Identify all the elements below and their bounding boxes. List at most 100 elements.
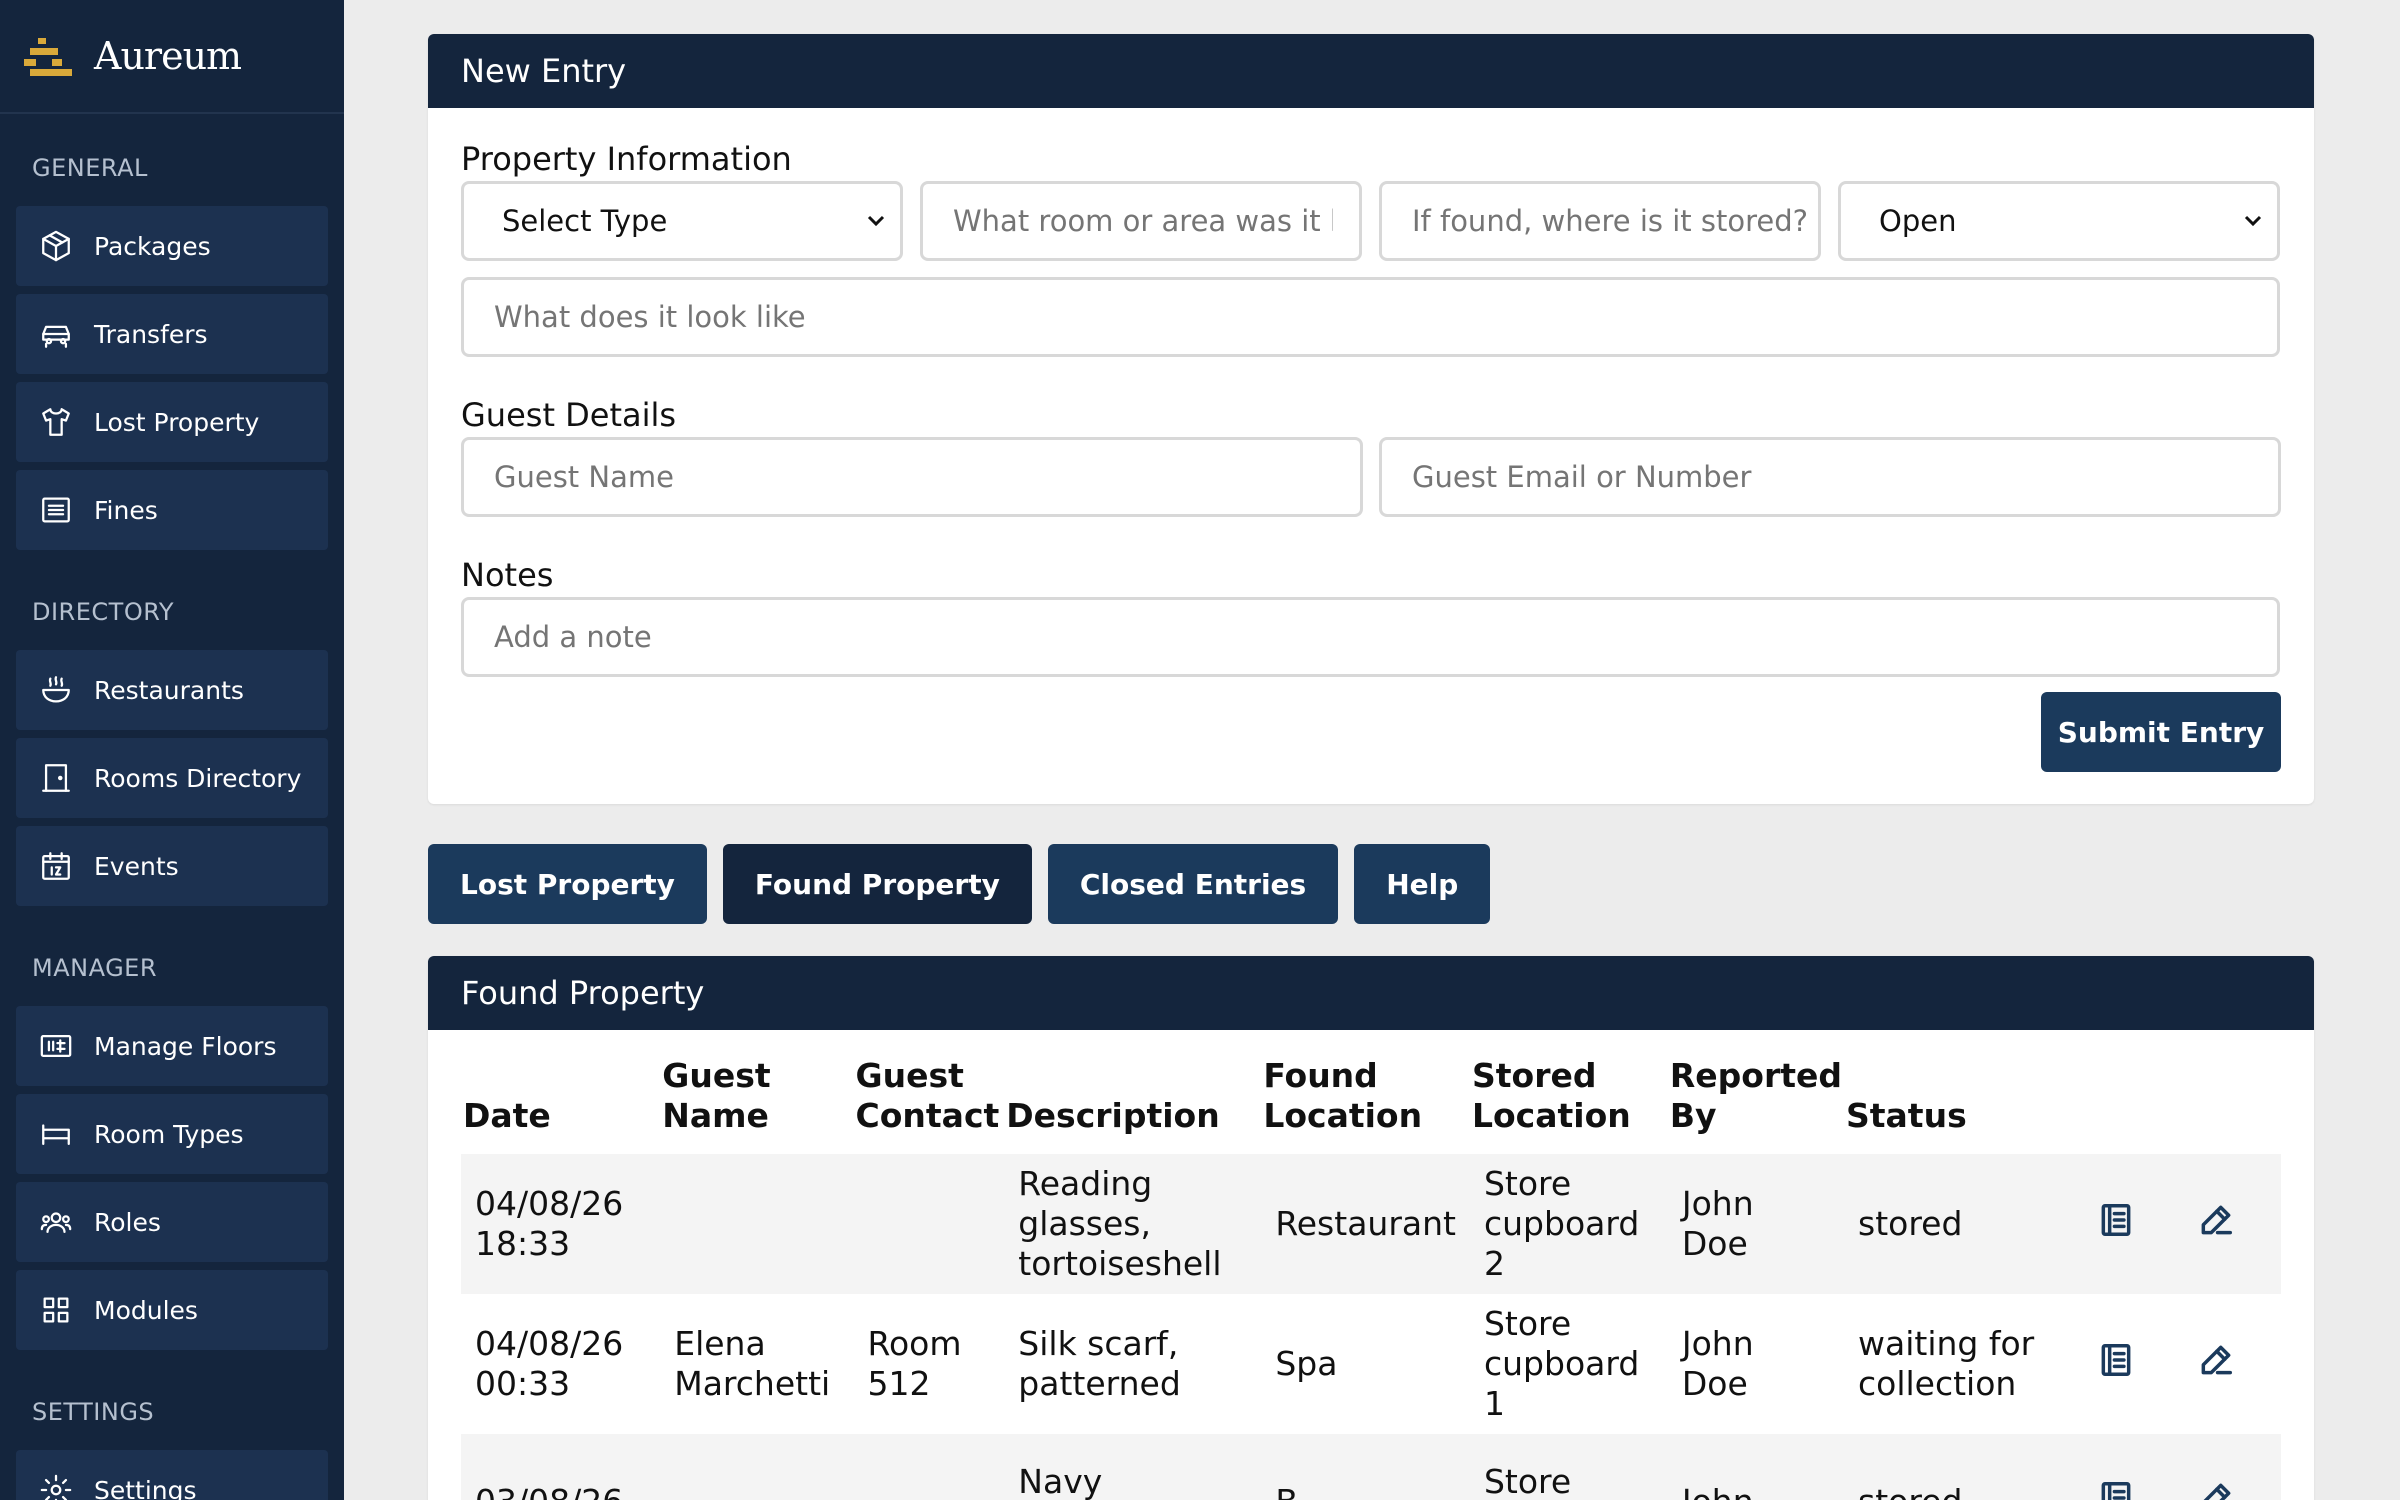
cell-line: Store	[1483, 1164, 1572, 1203]
column-header-line: Stored	[1471, 1056, 1597, 1095]
column-header[interactable]: Description	[1004, 1056, 1261, 1154]
sidebar-item-label: Modules	[94, 1295, 198, 1325]
sidebar-item-modules[interactable]: Modules	[16, 1270, 328, 1350]
edit-pencil-icon[interactable]	[2197, 1205, 2235, 1247]
tab-closed-entries[interactable]: Closed Entries	[1047, 844, 1339, 924]
column-header[interactable]: Status	[1844, 1056, 2083, 1154]
cell-view	[2082, 1434, 2184, 1500]
column-header[interactable]: Reported By	[1668, 1056, 1844, 1154]
sidebar-item-packages[interactable]: Packages	[16, 206, 328, 286]
table-row[interactable]: 04/08/26 18:33 Reading glasses, tortoiseshel…	[461, 1154, 2281, 1294]
cell-line: John	[1681, 1324, 1754, 1363]
tab-help[interactable]: Help	[1354, 844, 1491, 924]
cell-line: tortoiseshell	[1018, 1244, 1222, 1283]
cell-line: stored	[1858, 1482, 2069, 1500]
column-header-line: Name	[662, 1096, 769, 1135]
submit-entry-button[interactable]: Submit Entry	[2041, 692, 2281, 772]
column-header[interactable]: Stored Location	[1470, 1056, 1668, 1154]
tab-found-property[interactable]: Found Property	[722, 844, 1032, 924]
edit-pencil-icon[interactable]	[2197, 1483, 2235, 1500]
guest-name-input[interactable]: Guest Name	[461, 437, 1363, 517]
cell-edit	[2183, 1154, 2281, 1294]
sidebar-section-title: SETTINGS	[32, 1398, 155, 1426]
table-row[interactable]: 03/08/26 Navyumbrella, B Storecupboard John s…	[461, 1434, 2281, 1500]
table-row[interactable]: 04/08/26 00:33 Elena Marchetti Room 512 Silk s…	[461, 1294, 2281, 1434]
cell-line: waiting for	[1858, 1324, 2035, 1363]
sidebar-item-fines[interactable]: Fines	[16, 470, 328, 550]
sidebar-section-title: DIRECTORY	[32, 598, 175, 626]
cell-status: waiting for collection	[1844, 1294, 2083, 1434]
sidebar-item-label: Packages	[94, 231, 211, 261]
sidebar-item-manage-floors[interactable]: Manage Floors	[16, 1006, 328, 1086]
column-header[interactable]: Guest Name	[660, 1056, 853, 1154]
grid-icon	[38, 1292, 74, 1328]
sidebar-item-lost-property[interactable]: Lost Property	[16, 382, 328, 462]
tab-lost-property[interactable]: Lost Property	[428, 844, 707, 924]
column-header-line: Status	[1846, 1096, 1967, 1135]
sidebar-item-label: Room Types	[94, 1119, 244, 1149]
chevron-down-icon	[2244, 215, 2262, 227]
column-header[interactable]: Guest Contact	[854, 1056, 1005, 1154]
guest-contact-input[interactable]: Guest Email or Number	[1379, 437, 2281, 517]
view-details-icon[interactable]	[2097, 1481, 2135, 1500]
cell-view	[2082, 1154, 2184, 1294]
view-details-icon[interactable]	[2097, 1343, 2135, 1387]
column-header-line: Date	[463, 1096, 551, 1135]
column-header-line: Guest	[662, 1056, 771, 1095]
description-input[interactable]: What does it look like	[461, 277, 2280, 357]
cell-line: 03/08/26	[475, 1482, 646, 1500]
sidebar-item-room-types[interactable]: Room Types	[16, 1094, 328, 1174]
cell-reported: John	[1667, 1434, 1844, 1500]
shirt-icon	[38, 404, 74, 440]
cell-line: 04/08/26	[475, 1324, 624, 1363]
column-header-line: Found	[1263, 1056, 1378, 1095]
column-header-actions	[2183, 1056, 2281, 1154]
cell-date: 03/08/26	[461, 1434, 661, 1500]
package-icon	[38, 228, 74, 264]
sidebar-item-restaurants[interactable]: Restaurants	[16, 650, 328, 730]
cell-view	[2083, 1294, 2183, 1434]
cell-name: Elena Marchetti	[660, 1294, 853, 1434]
cell-description: Navyumbrella,	[1004, 1434, 1262, 1500]
sidebar-item-transfers[interactable]: Transfers	[16, 294, 328, 374]
cell-line: John	[1682, 1482, 1830, 1500]
edit-pencil-icon[interactable]	[2197, 1345, 2235, 1387]
cell-stored: Storecupboard	[1469, 1434, 1668, 1500]
table-header-row: Date Guest Name Guest Contact Description Foun…	[461, 1056, 2281, 1154]
cell-line: Doe	[1681, 1364, 1748, 1403]
cell-line: 512	[867, 1364, 931, 1403]
status-select[interactable]: Open	[1838, 181, 2280, 261]
view-details-icon[interactable]	[2097, 1203, 2135, 1247]
notes-input[interactable]: Add a note	[461, 597, 2280, 677]
column-header-line: Location	[1471, 1096, 1631, 1135]
stored-location-input[interactable]: If found, where is it stored?	[1379, 181, 1821, 261]
cell-line: 18:33	[475, 1224, 571, 1263]
room-area-input[interactable]: What room or area was it los	[920, 181, 1362, 261]
cell-line: collection	[1858, 1364, 2017, 1403]
column-header[interactable]: Date	[461, 1056, 660, 1154]
notes-label: Notes	[461, 556, 554, 594]
column-header-line: Contact	[855, 1096, 1000, 1135]
sidebar-item-roles[interactable]: Roles	[16, 1182, 328, 1262]
cell-line: cupboard	[1483, 1204, 1640, 1243]
cell-reported: John Doe	[1667, 1154, 1844, 1294]
column-header[interactable]: Found Location	[1261, 1056, 1470, 1154]
cell-line: Store	[1483, 1462, 1572, 1500]
cell-line: 1	[1483, 1384, 1505, 1423]
sidebar-item-events[interactable]: Events	[16, 826, 328, 906]
type-select[interactable]: Select Type	[461, 181, 903, 261]
table-body: 04/08/26 18:33 Reading glasses, tortoiseshel…	[461, 1154, 2281, 1500]
cell-line: glasses,	[1018, 1204, 1151, 1243]
sidebar-item-rooms-directory[interactable]: Rooms Directory	[16, 738, 328, 818]
sidebar-item-label: Rooms Directory	[94, 763, 302, 793]
cell-line: Restaurant	[1275, 1204, 1456, 1243]
cell-description: Reading glasses, tortoiseshell	[1004, 1154, 1262, 1294]
cell-name	[660, 1434, 854, 1500]
new-entry-card: New Entry Property Information Select Ty…	[428, 34, 2314, 804]
brand[interactable]: Aureum	[0, 0, 344, 114]
cell-line: 04/08/26	[475, 1184, 624, 1223]
stored-location-placeholder: If found, where is it stored?	[1412, 204, 1809, 238]
found-property-header: Found Property	[428, 956, 2314, 1030]
sidebar-item-settings[interactable]: Settings	[16, 1450, 328, 1500]
gear-icon	[38, 1472, 74, 1500]
